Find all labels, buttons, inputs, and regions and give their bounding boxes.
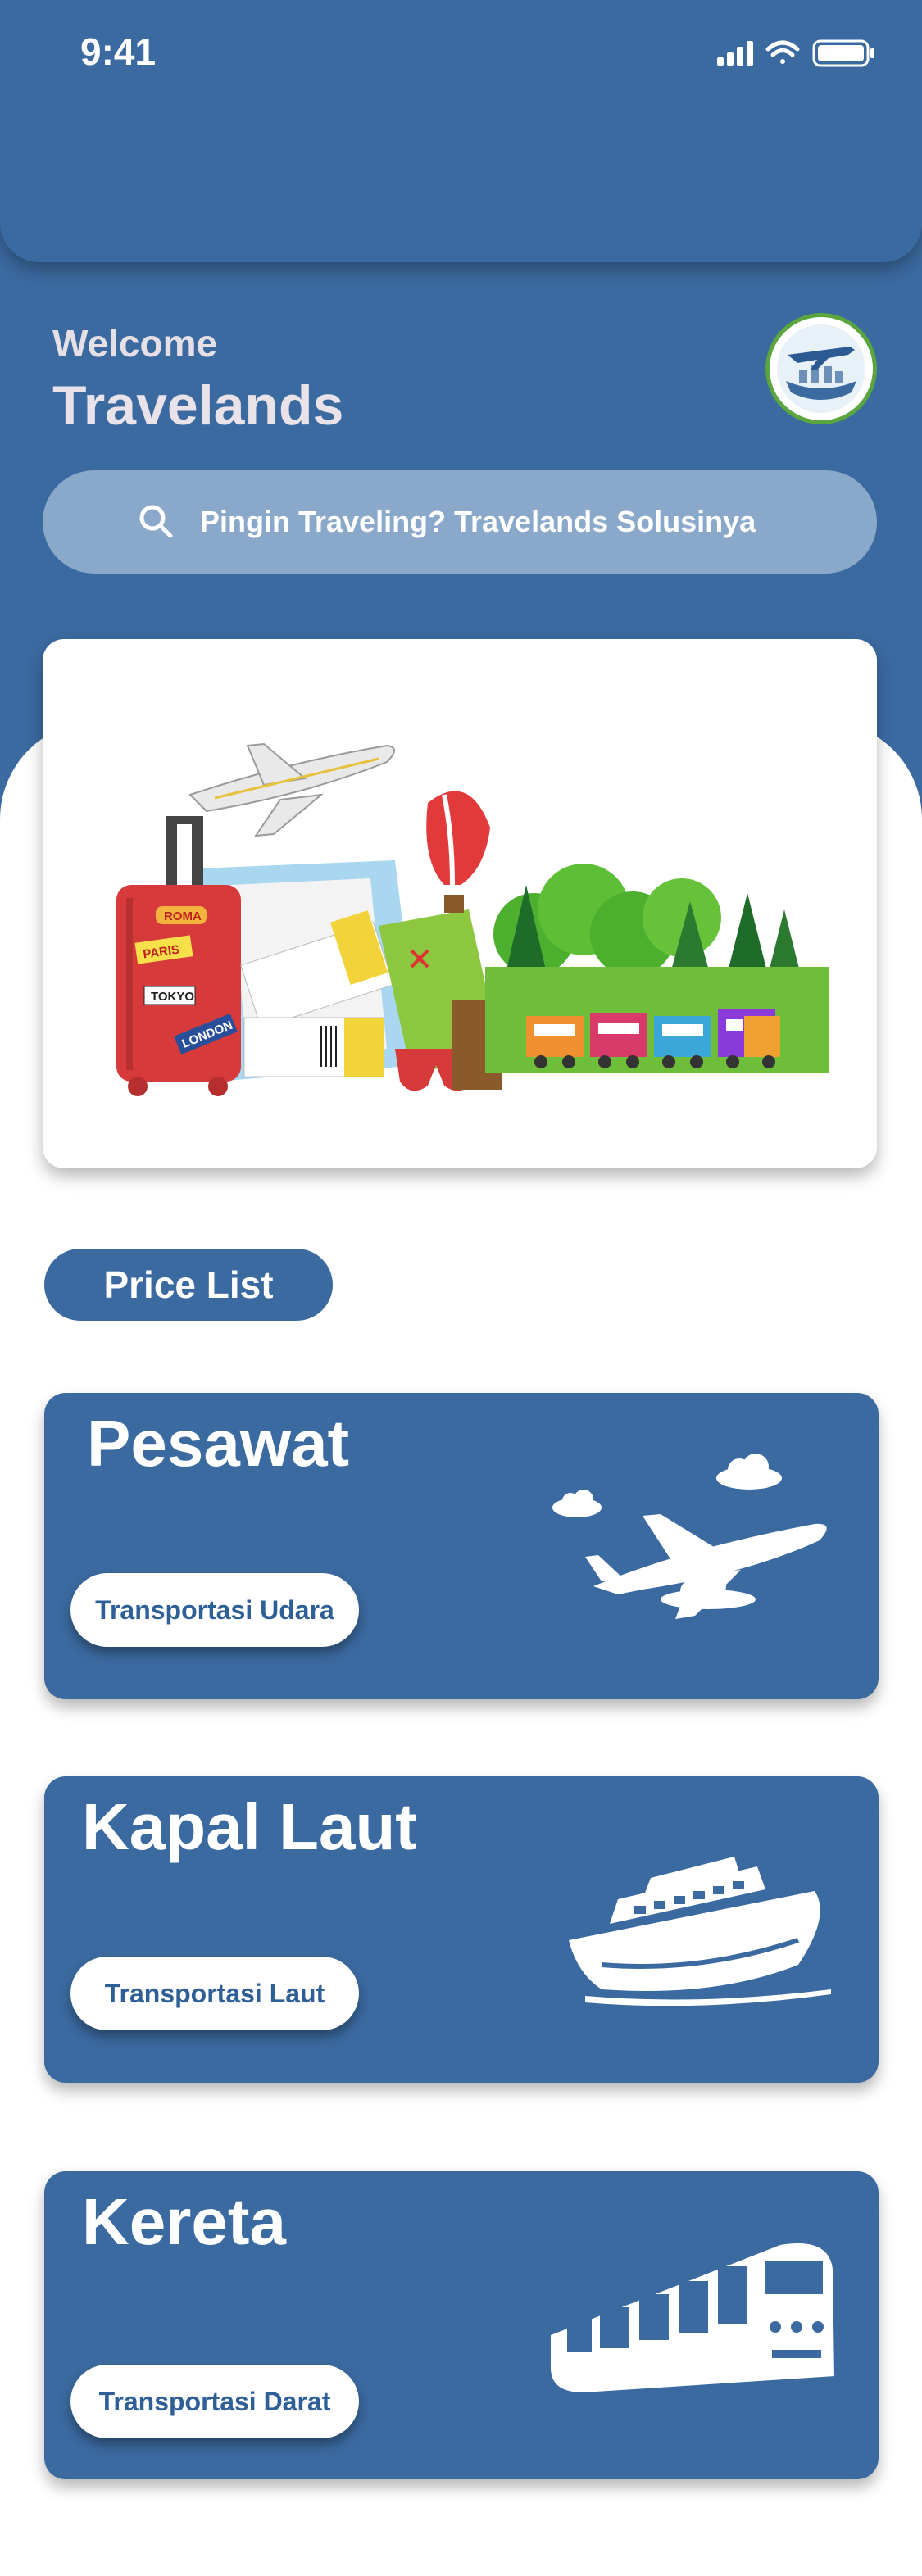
signal-icon <box>717 41 753 66</box>
card-title: Kapal Laut <box>82 1790 417 1863</box>
card-kereta[interactable]: Kereta Transportasi Darat <box>44 2171 879 2479</box>
ship-icon <box>552 1842 847 2010</box>
wifi-icon <box>765 40 800 64</box>
battery-icon <box>812 39 874 67</box>
search-bar[interactable]: Pingin Traveling? Travelands Solusinya <box>43 470 877 574</box>
card-title: Kereta <box>82 2185 287 2258</box>
tag-roma: ROMA <box>164 909 202 923</box>
search-icon <box>138 503 174 543</box>
search-placeholder: Pingin Traveling? Travelands Solusinya <box>200 505 756 538</box>
app-logo[interactable] <box>765 313 877 424</box>
app-title: Travelands <box>52 374 344 437</box>
transportasi-laut-button[interactable]: Transportasi Laut <box>70 1957 359 2030</box>
transportasi-udara-button[interactable]: Transportasi Udara <box>70 1573 359 1647</box>
train-icon <box>551 2237 846 2405</box>
card-title: Pesawat <box>87 1407 350 1480</box>
status-bar: 9:41 <box>0 0 922 98</box>
welcome-text: Welcome <box>52 322 218 365</box>
transportasi-darat-button[interactable]: Transportasi Darat <box>70 2365 359 2438</box>
tag-tokyo: TOKYO <box>151 990 194 1004</box>
travel-illustration: ROMA PARIS TOKYO LONDON <box>116 742 829 1096</box>
hero-banner[interactable]: ROMA PARIS TOKYO LONDON <box>43 639 877 1168</box>
card-kapal-laut[interactable]: Kapal Laut Transportasi Laut <box>44 1776 879 2083</box>
status-icons <box>717 36 881 73</box>
status-time: 9:41 <box>80 30 157 73</box>
card-pesawat[interactable]: Pesawat Transportasi Udara <box>44 1393 879 1699</box>
price-list-button[interactable]: Price List <box>44 1249 333 1321</box>
airplane-icon <box>544 1426 839 1626</box>
